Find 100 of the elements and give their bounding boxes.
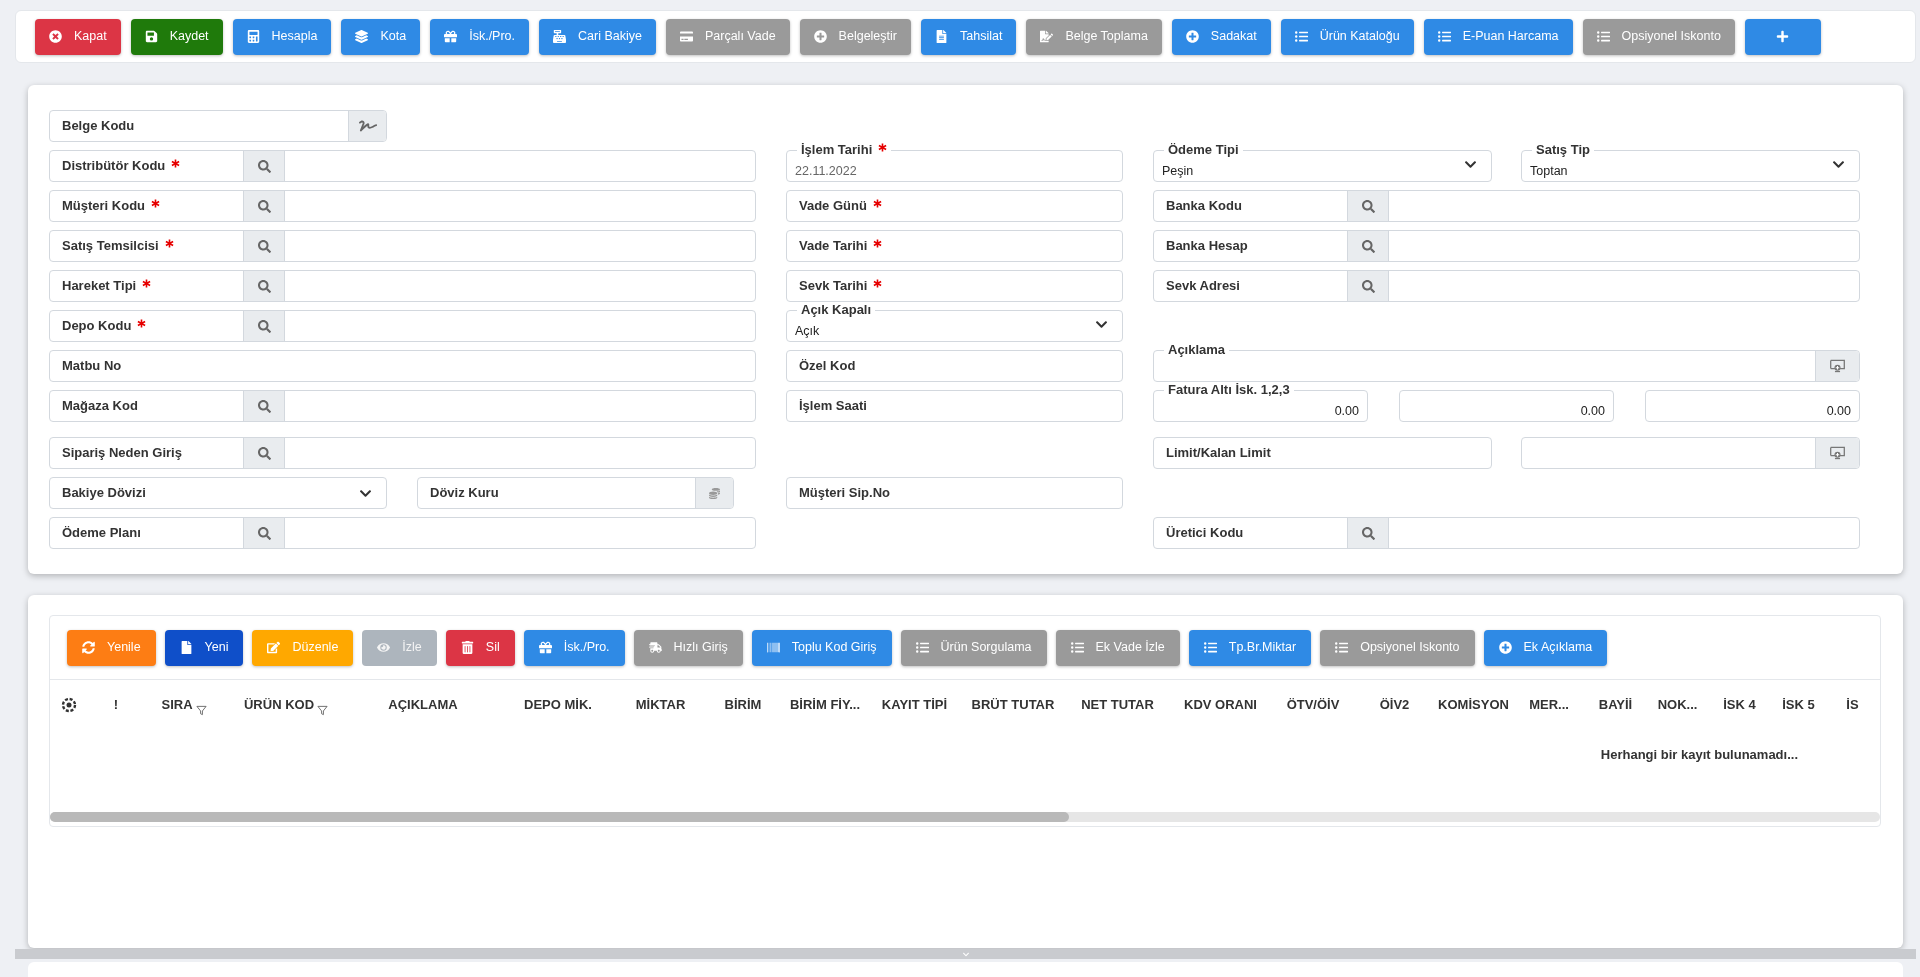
field-value: 0.00 <box>1826 404 1851 418</box>
lookup-field[interactable]: Müşteri Kodu <box>49 190 756 222</box>
filter-icon[interactable] <box>317 704 329 716</box>
toolbar-button[interactable]: Sadakat <box>1171 18 1271 55</box>
toolbar-button[interactable]: Ürün Kataloğu <box>1280 18 1414 55</box>
toolbar-button[interactable]: Kota <box>341 18 421 55</box>
text-field[interactable] <box>1521 437 1860 469</box>
search-button[interactable] <box>243 438 285 468</box>
field-label: Satış Tip <box>1536 142 1590 158</box>
number-field[interactable]: 0.00 <box>1645 390 1860 422</box>
search-button[interactable] <box>243 391 285 421</box>
search-icon <box>1361 199 1375 213</box>
signature-button[interactable] <box>348 111 386 141</box>
lookup-field[interactable]: Hareket Tipi <box>49 270 756 302</box>
text-field[interactable]: Sevk Tarihi <box>786 270 1123 302</box>
text-field[interactable]: Vade Günü <box>786 190 1123 222</box>
toolbar-button[interactable]: Kapat <box>35 18 121 55</box>
search-icon <box>1361 526 1375 540</box>
gift-icon <box>538 641 552 654</box>
column-header[interactable]: ! <box>113 695 119 715</box>
select-field[interactable]: Bakiye Dövizi <box>49 477 387 509</box>
column-header[interactable]: ÜRÜN KOD <box>243 695 315 715</box>
add-button[interactable] <box>1815 351 1859 381</box>
search-button[interactable] <box>1347 231 1389 261</box>
text-field[interactable]: Özel Kod <box>786 350 1123 382</box>
toolbar-button[interactable]: Ek Açıklama <box>1483 629 1608 666</box>
column-header[interactable]: BRÜT TUTAR <box>971 695 1055 715</box>
document-icon <box>935 30 948 43</box>
document-icon <box>179 641 193 654</box>
currency-button[interactable] <box>695 478 733 508</box>
search-button[interactable] <box>243 518 285 548</box>
column-header[interactable]: KDV ORANI <box>1184 695 1257 715</box>
column-header[interactable]: BAYİİ <box>1598 695 1633 715</box>
toolbar-button[interactable]: E-Puan Harcama <box>1423 18 1573 55</box>
search-button[interactable] <box>1347 271 1389 301</box>
column-header[interactable]: BİRİM <box>724 695 762 715</box>
column-header[interactable]: NET TUTAR <box>1081 695 1154 715</box>
horizontal-scrollbar[interactable] <box>50 812 1880 822</box>
lookup-field[interactable]: Banka Hesap <box>1153 230 1860 262</box>
column-header[interactable]: KAYIT TİPİ <box>881 695 948 715</box>
toolbar-button[interactable]: Hesapla <box>232 18 332 55</box>
lookup-field[interactable]: Sipariş Neden Giriş <box>49 437 756 469</box>
rate-field[interactable]: Döviz Kuru <box>417 477 734 509</box>
toolbar-button[interactable]: Kaydet <box>130 18 223 55</box>
column-header[interactable]: DEPO MİK. <box>524 695 592 715</box>
search-button[interactable] <box>243 151 285 181</box>
lookup-field[interactable]: Distribütör Kodu <box>49 150 756 182</box>
text-field[interactable]: İşlem Saati <box>786 390 1123 422</box>
column-header[interactable]: MİKTAR <box>635 695 686 715</box>
lookup-field[interactable]: Satış Temsilcisi <box>49 230 756 262</box>
column-header[interactable]: NOK... <box>1657 695 1698 715</box>
toolbar-button[interactable]: Sil <box>445 629 515 666</box>
lookup-field[interactable]: Sevk Adresi <box>1153 270 1860 302</box>
column-header[interactable]: İSK 4 <box>1723 695 1756 715</box>
column-header[interactable]: MER... <box>1529 695 1569 715</box>
refresh-icon <box>82 641 95 654</box>
search-button[interactable] <box>1347 518 1389 548</box>
text-field[interactable]: Vade Tarihi <box>786 230 1123 262</box>
toolbar-button[interactable]: Yeni <box>164 629 244 666</box>
number-field[interactable]: 0.00 <box>1399 390 1614 422</box>
list-icon <box>915 641 929 654</box>
column-header[interactable]: İS <box>1846 695 1859 715</box>
text-field[interactable]: Matbu No <box>49 350 756 382</box>
search-icon <box>257 399 271 413</box>
column-header[interactable]: BİRİM FİY... <box>789 695 861 715</box>
toolbar-button[interactable]: Tahsilat <box>921 18 1017 55</box>
lookup-field[interactable]: Mağaza Kod <box>49 390 756 422</box>
toolbar-button[interactable]: Tp.Br.Miktar <box>1188 629 1312 666</box>
lookup-field[interactable]: Ödeme Planı <box>49 517 756 549</box>
text-field[interactable]: Limit/Kalan Limit <box>1153 437 1492 469</box>
add-button[interactable] <box>1815 438 1859 468</box>
toolbar-button[interactable]: Cari Bakiye <box>539 18 656 55</box>
field-label: İşlem Tarihi <box>801 142 873 158</box>
column-header[interactable]: AÇIKLAMA <box>388 695 458 715</box>
lookup-field[interactable]: Banka Kodu <box>1153 190 1860 222</box>
lookup-field[interactable]: Depo Kodu <box>49 310 756 342</box>
search-button[interactable] <box>243 271 285 301</box>
column-header[interactable]: İSK 5 <box>1782 695 1815 715</box>
search-button[interactable] <box>243 311 285 341</box>
required-asterisk-icon <box>142 278 152 288</box>
settings-icon[interactable] <box>60 697 77 713</box>
toolbar-button[interactable]: Toplu Kod Giriş <box>751 629 892 666</box>
lookup-field[interactable]: Üretici Kodu <box>1153 517 1860 549</box>
filter-icon[interactable] <box>195 704 207 716</box>
add-button[interactable] <box>1744 18 1821 55</box>
search-icon <box>257 199 271 213</box>
column-header[interactable]: ÖTV/ÖİV <box>1286 695 1340 715</box>
column-header[interactable]: KOMİSYON <box>1438 695 1509 715</box>
barcode-icon <box>766 641 780 654</box>
toolbar-button[interactable]: İsk./Pro. <box>523 629 625 666</box>
search-button[interactable] <box>1347 191 1389 221</box>
toolbar-button[interactable]: İsk./Pro. <box>430 18 530 55</box>
column-header[interactable]: ÖİV2 <box>1379 695 1410 715</box>
search-button[interactable] <box>243 191 285 221</box>
column-header[interactable]: SIRA <box>161 695 193 715</box>
text-field[interactable]: Müşteri Sip.No <box>786 477 1123 509</box>
chevron-down-icon <box>1832 158 1845 171</box>
code-field[interactable]: Belge Kodu <box>49 110 387 142</box>
search-button[interactable] <box>243 231 285 261</box>
field-label: Sipariş Neden Giriş <box>62 444 182 463</box>
